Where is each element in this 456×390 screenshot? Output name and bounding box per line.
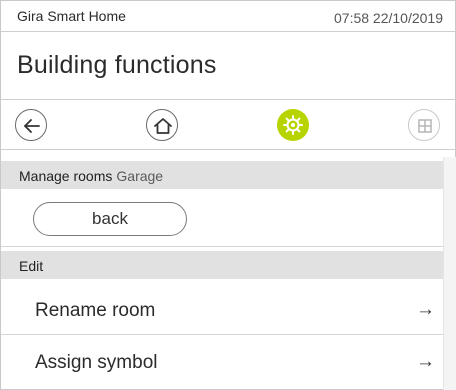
grid-nav-button[interactable] bbox=[408, 109, 440, 141]
divider bbox=[1, 334, 443, 335]
divider bbox=[1, 31, 456, 32]
assign-symbol-item[interactable]: Assign symbol → bbox=[1, 337, 443, 389]
divider bbox=[1, 99, 456, 100]
page-title: Building functions bbox=[17, 51, 217, 79]
nav-bar bbox=[1, 105, 456, 145]
back-nav-button[interactable] bbox=[15, 109, 47, 141]
app-name: Gira Smart Home bbox=[17, 8, 126, 24]
home-icon bbox=[154, 118, 172, 134]
settings-nav-button[interactable] bbox=[277, 109, 309, 141]
divider bbox=[1, 149, 456, 150]
edit-label: Edit bbox=[19, 258, 44, 274]
grid-icon bbox=[418, 119, 432, 133]
datetime: 07:58 22/10/2019 bbox=[334, 10, 443, 26]
arrow-right-icon: → bbox=[416, 351, 435, 372]
divider bbox=[1, 246, 443, 247]
manage-rooms-label: Manage rooms bbox=[19, 168, 113, 184]
manage-rooms-header: Manage rooms Garage bbox=[1, 161, 443, 189]
rename-room-item[interactable]: Rename room → bbox=[1, 285, 443, 337]
room-name: Garage bbox=[116, 168, 164, 184]
rename-room-label: Rename room bbox=[35, 300, 156, 321]
scrollbar[interactable] bbox=[443, 157, 456, 390]
assign-symbol-label: Assign symbol bbox=[35, 352, 158, 373]
app-window: Gira Smart Home 07:58 22/10/2019 Buildin… bbox=[0, 0, 456, 390]
status-bar: Gira Smart Home 07:58 22/10/2019 bbox=[1, 1, 456, 31]
arrow-right-icon: → bbox=[416, 299, 435, 320]
home-nav-button[interactable] bbox=[146, 109, 178, 141]
arrow-left-icon bbox=[24, 119, 40, 133]
back-button[interactable]: back bbox=[33, 202, 187, 236]
gear-icon bbox=[283, 115, 303, 135]
edit-section-header: Edit bbox=[1, 251, 443, 279]
